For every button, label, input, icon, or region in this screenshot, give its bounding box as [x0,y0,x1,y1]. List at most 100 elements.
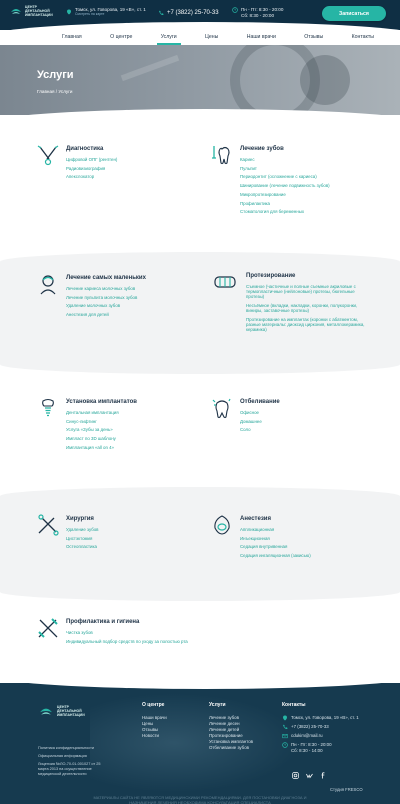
dental-tools-icon [37,145,59,166]
service-link[interactable]: Имплантация «all on 4» [66,445,137,450]
service-link[interactable]: Анестезия для детей [66,312,146,317]
hero-decor [120,54,180,82]
nav-doctors[interactable]: Наши врачи [243,30,280,44]
service-link[interactable]: Синус-лифтинг [66,419,137,424]
service-link[interactable]: Удаление зубов [66,527,99,532]
location-pin-icon [67,9,71,14]
service-link[interactable]: Инъекционная [240,536,311,541]
service-link[interactable]: Кариес [240,157,330,162]
dentures-icon [214,276,236,288]
toothbrush-icon [38,618,58,638]
footer-wave [0,683,400,689]
footer-email[interactable]: cdukim@mail.ru [282,733,359,739]
service-link[interactable]: Микропротезирование [240,192,330,197]
child-icon [40,275,56,295]
header-wave [0,22,400,30]
category-whitening: Отбеливание Офисное Домашнее Соло [210,396,280,436]
page-title: Услуги [37,69,74,81]
instagram-icon[interactable] [292,766,299,779]
nav-reviews[interactable]: Отзывы [300,30,327,44]
service-link[interactable]: Седация ингаляционная (закисью) [240,553,311,558]
category-anesthesia: Анестезия Аппликационная Инъекционная Се… [210,513,311,562]
category-surgery: Хирургия Удаление зубов Цистэктомия Осте… [36,513,99,553]
service-link[interactable]: Чистка зубов [66,630,188,635]
nav-home[interactable]: Главная [58,30,86,44]
category-title: Диагностика [66,146,104,152]
location-pin-icon [283,715,287,721]
category-title: Лечение самых маленьких [66,275,146,281]
category-title: Протезирование [246,273,296,279]
service-link[interactable]: Домашнее [240,419,280,424]
service-link[interactable]: Остеопластика [66,544,99,549]
nav-about[interactable]: О центре [106,30,136,44]
clock-icon [232,7,238,13]
privacy-link[interactable]: Политика конфиденциальности [38,746,112,751]
header-address: Томск, ул. Говорова, 19 «В», ст. 1 Смотре… [66,7,146,16]
nav-contacts[interactable]: Контакты [348,30,378,44]
phone-icon [159,10,164,16]
hero-wave [0,109,400,115]
logo-icon [11,9,21,14]
logo-icon [40,708,52,715]
footer-about-column: О центре Наши врачи Цены Отзывы Новости [142,702,167,739]
service-link[interactable]: Соло [240,427,280,432]
logo[interactable]: ЦЕНТР ДЕНТАЛЬНОЙ ИМПЛАНТАЦИИ [10,5,53,17]
footer-link[interactable]: Отбеливание зубов [209,745,253,751]
service-link[interactable]: Апекслокатор [66,174,117,179]
service-link[interactable]: Дентальная имплантация [66,410,137,415]
main-nav: Главная О центре Услуги Цены Наши врачи … [58,30,378,45]
footer-column-title[interactable]: Контакты [282,702,359,708]
map-link[interactable]: Смотреть на карте [75,12,146,16]
service-link[interactable]: Лечение кариеса молочных зубов [66,286,146,291]
service-link[interactable]: Услуга «Зубы за день» [66,427,137,432]
footer-logo[interactable]: ЦЕНТР ДЕНТАЛЬНОЙ ИМПЛАНТАЦИИ [38,705,85,717]
top-bar: ЦЕНТР ДЕНТАЛЬНОЙ ИМПЛАНТАЦИИ Томск, ул. … [0,0,400,30]
service-link[interactable]: Периодонтит (осложнение с кариеса) [240,174,330,179]
service-link[interactable]: Цистэктомия [66,536,99,541]
category-title: Хирургия [66,516,94,522]
studio-credit[interactable]: Студия FRESCO [330,787,363,792]
service-link[interactable]: Стоматология для беременных [240,209,330,214]
footer-column-title[interactable]: О центре [142,702,167,708]
service-link[interactable]: Несъёмное (вкладки, накладки, коронки, п… [246,303,370,313]
official-info-link[interactable]: Официальная информация [38,754,112,759]
service-link[interactable]: Радиовизиография [66,166,117,171]
category-kids: Лечение самых маленьких Лечение кариеса … [36,272,146,321]
service-link[interactable]: Профилактика [240,201,330,206]
service-link[interactable]: Удаление молочных зубов [66,303,146,308]
logo-text: ЦЕНТР ДЕНТАЛЬНОЙ ИМПЛАНТАЦИИ [25,5,53,17]
header-hours: Пн - Пт: 8:30 - 20:00 Сб: 8:30 - 20:00 [232,7,283,19]
footer-column-title[interactable]: Услуги [209,702,253,708]
signup-button[interactable]: Записаться [322,6,386,21]
breadcrumb[interactable]: Главная / Услуги [37,89,72,94]
clock-icon [282,742,288,748]
hero-decor [300,55,350,105]
category-implants: Установка имплантатов Дентальная имплант… [36,396,137,454]
footer-link[interactable]: Новости [142,733,167,739]
logo-text: ЦЕНТР ДЕНТАЛЬНОЙ ИМПЛАНТАЦИИ [57,705,85,717]
service-link[interactable]: Индивидуальный подбор средств по уходу з… [66,639,188,644]
service-link[interactable]: Лечение пульпита молочных зубов [66,295,146,300]
footer-hours: Пн - Пт: 8:30 - 20:00 Сб: 8:30 - 14:00 [282,742,359,754]
service-link[interactable]: Съемное (частичные и полные съемные акри… [246,284,370,300]
service-link[interactable]: Седация внутривенная [240,544,311,549]
footer-phone[interactable]: +7 (3822) 25-70-33 [282,724,359,730]
footer-contacts: Контакты Томск, ул. Говорова, 19 «В», ст… [282,702,359,757]
category-treatment: Лечение зубов Кариес Пульпит Периодонтит… [210,143,330,218]
service-link[interactable]: Офисное [240,410,280,415]
service-link[interactable]: Пульпит [240,166,330,171]
service-link[interactable]: Шинирование (лечение подвижность зубов) [240,183,330,188]
facebook-icon[interactable] [320,766,327,779]
category-title: Отбеливание [240,399,280,405]
service-link[interactable]: Цифровой ОПГ (рентген) [66,157,117,162]
service-link[interactable]: Импласт по 3D шаблону [66,436,137,441]
disclaimer: МАТЕРИАЛЫ САЙТА НЕ ЯВЛЯЮТСЯ МЕДИЦИНСКИМИ… [93,795,307,804]
vk-icon[interactable] [306,766,313,779]
header-phone[interactable]: +7 (3822) 25-70-33 [158,10,219,16]
service-link[interactable]: Протезирование на имплантах (коронки с а… [246,317,370,333]
service-link[interactable]: Аппликационная [240,527,311,532]
nav-services[interactable]: Услуги [156,30,181,45]
license-text: Лицензия №ЛО-70-01-001027 от 25 марта 20… [38,762,101,776]
nav-prices[interactable]: Цены [201,30,222,44]
category-diagnostics: Диагностика Цифровой ОПГ (рентген) Радио… [36,143,117,183]
